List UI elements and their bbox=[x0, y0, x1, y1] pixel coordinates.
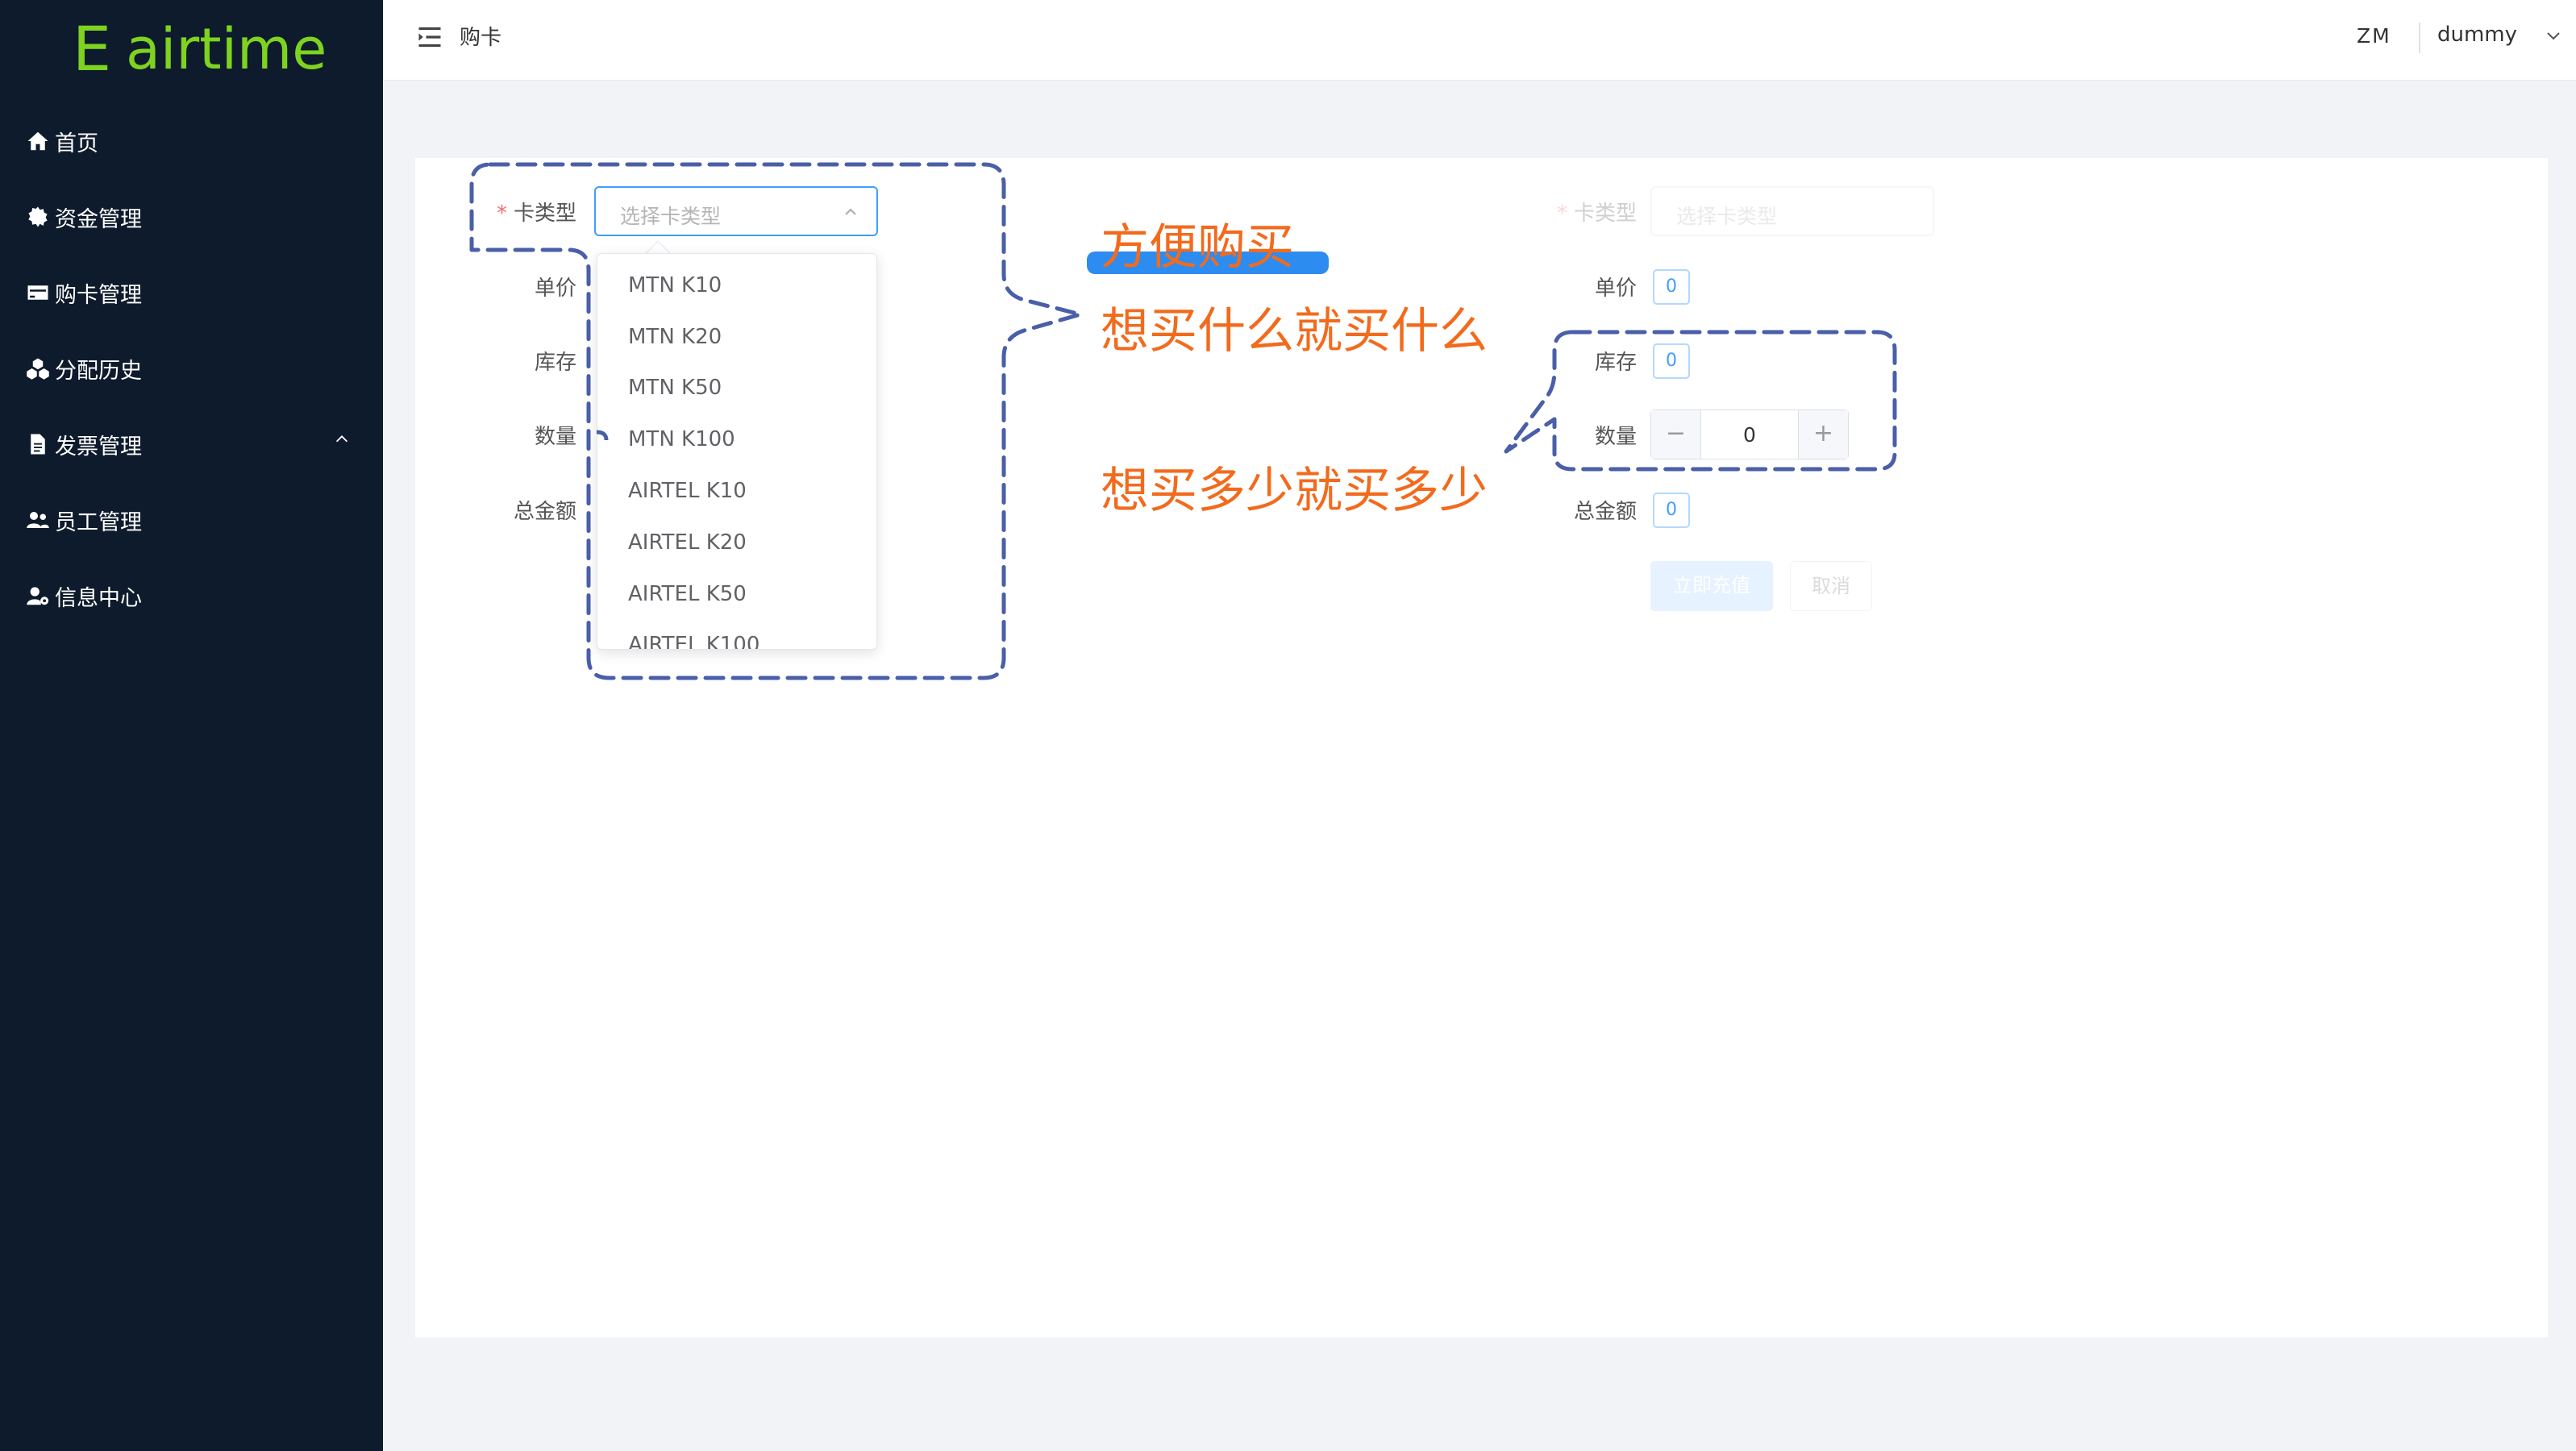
sidebar-item-info-center[interactable]: 信息中心 bbox=[26, 572, 142, 620]
header-divider bbox=[2419, 23, 2420, 53]
users-icon bbox=[27, 512, 49, 528]
sidebar-item-label: 信息中心 bbox=[55, 585, 142, 611]
user-gear-icon bbox=[27, 587, 49, 605]
top-header: 购卡 ZM dummy bbox=[383, 0, 2576, 81]
quantity-label-right: 数量 bbox=[1594, 425, 1637, 449]
total-amount-label: 总金额 bbox=[513, 500, 576, 524]
quantity-value[interactable]: 0 bbox=[1701, 423, 1798, 447]
card-type-label-text: 卡类型 bbox=[513, 202, 576, 226]
sidebar-item-label: 购卡管理 bbox=[55, 282, 142, 308]
sidebar-item-home[interactable]: 首页 bbox=[26, 117, 98, 165]
quantity-label: 数量 bbox=[534, 425, 576, 449]
dropdown-option[interactable]: MTN K10 bbox=[628, 273, 722, 297]
credit-card-icon bbox=[27, 285, 48, 300]
dropdown-option[interactable]: AIRTEL K50 bbox=[628, 582, 747, 606]
increment-button[interactable]: + bbox=[1798, 410, 1848, 459]
cubes-icon bbox=[27, 358, 49, 380]
dropdown-option[interactable]: AIRTEL K20 bbox=[628, 530, 747, 555]
app-logo[interactable]: E airtime bbox=[73, 13, 327, 85]
gear-icon bbox=[28, 206, 48, 227]
total-amount-label-right: 总金额 bbox=[1573, 500, 1637, 524]
sidebar-item-label: 员工管理 bbox=[55, 509, 142, 535]
sidebar-item-staff[interactable]: 员工管理 bbox=[26, 496, 142, 544]
sidebar-item-card-purchase[interactable]: 购卡管理 bbox=[26, 268, 142, 317]
card-type-label-ghost: * 卡类型 bbox=[1556, 202, 1637, 226]
file-icon bbox=[31, 434, 45, 455]
card-type-placeholder: 选择卡类型 bbox=[620, 205, 722, 228]
sidebar-item-funds[interactable]: 资金管理 bbox=[26, 193, 142, 241]
home-icon bbox=[27, 131, 48, 151]
dropdown-option[interactable]: MTN K50 bbox=[628, 376, 722, 400]
chevron-up-icon bbox=[845, 208, 856, 215]
menu-fold-icon[interactable] bbox=[415, 23, 444, 52]
dropdown-option[interactable]: AIRTEL K10 bbox=[628, 479, 747, 503]
page-title: 购卡 bbox=[460, 26, 502, 50]
sidebar-item-label: 资金管理 bbox=[55, 206, 142, 232]
sidebar-item-label: 首页 bbox=[55, 131, 98, 156]
unit-price-label: 单价 bbox=[534, 276, 576, 301]
sidebar-item-label: 发票管理 bbox=[55, 434, 142, 459]
decrement-button[interactable]: − bbox=[1651, 410, 1701, 459]
card-type-select-ghost[interactable]: 选择卡类型 bbox=[1650, 186, 1934, 236]
dropdown-option[interactable]: AIRTEL K100 bbox=[628, 633, 759, 649]
dropdown-option[interactable]: MTN K20 bbox=[628, 325, 722, 349]
chevron-down-icon[interactable] bbox=[2544, 26, 2563, 45]
cancel-button[interactable]: 取消 bbox=[1790, 561, 1872, 611]
logo-mark: E bbox=[73, 13, 112, 85]
chevron-up-icon[interactable] bbox=[333, 430, 351, 448]
user-menu[interactable]: dummy bbox=[2437, 23, 2517, 47]
card-type-label-ghost-text: 卡类型 bbox=[1573, 202, 1637, 226]
annotation-line1: 想买什么就买什么 bbox=[1101, 303, 1488, 360]
card-type-label: * 卡类型 bbox=[480, 197, 576, 227]
sidebar-item-invoices[interactable]: 发票管理 bbox=[26, 420, 142, 468]
quantity-stepper[interactable]: − 0 + bbox=[1650, 410, 1849, 459]
annotation-title: 方便购买 bbox=[1101, 219, 1294, 276]
submit-button[interactable]: 立即充值 bbox=[1650, 561, 1773, 611]
annotation-line2: 想买多少就买多少 bbox=[1101, 463, 1488, 519]
sidebar-item-label: 分配历史 bbox=[55, 358, 142, 384]
user-initials: ZM bbox=[2357, 24, 2391, 48]
stock-value: 0 bbox=[1653, 343, 1690, 379]
unit-price-label-right: 单价 bbox=[1594, 276, 1637, 301]
stock-label: 库存 bbox=[534, 351, 576, 375]
unit-price-value: 0 bbox=[1653, 269, 1690, 305]
card-type-select[interactable]: 选择卡类型 bbox=[594, 186, 878, 236]
total-amount-value: 0 bbox=[1653, 493, 1690, 528]
dropdown-option[interactable]: MTN K100 bbox=[628, 427, 735, 451]
card-type-dropdown[interactable]: MTN K10 MTN K20 MTN K50 MTN K100 AIRTEL … bbox=[597, 253, 877, 650]
required-mark: * bbox=[496, 202, 507, 226]
card-type-placeholder-ghost: 选择卡类型 bbox=[1676, 205, 1778, 228]
stock-label-right: 库存 bbox=[1594, 351, 1637, 375]
sidebar: E airtime 首页 资金管理 购卡管理 分配历史 发票管理 员工管理 信息… bbox=[0, 0, 383, 1451]
logo-text: airtime bbox=[126, 16, 327, 82]
sidebar-item-allocation-history[interactable]: 分配历史 bbox=[26, 344, 142, 393]
